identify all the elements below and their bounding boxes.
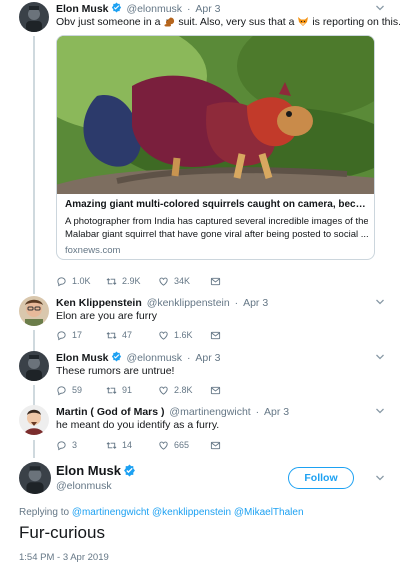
link-card[interactable]: Amazing giant multi-colored squirrels ca… (56, 35, 375, 260)
retweet-button[interactable]: 14 (106, 438, 132, 452)
tweet-time[interactable]: Apr 3 (243, 297, 268, 309)
user-handle[interactable]: @elonmusk (126, 3, 182, 15)
direct-message-button[interactable] (210, 438, 221, 452)
fox-emoji-icon (298, 17, 309, 26)
display-name[interactable]: Elon Musk (56, 3, 109, 15)
display-name[interactable]: Ken Klippenstein (56, 297, 142, 309)
avatar[interactable] (19, 351, 49, 381)
direct-message-button[interactable] (210, 383, 221, 397)
tweet-time[interactable]: Apr 3 (195, 352, 220, 364)
retweet-button[interactable]: 2.9K (106, 274, 141, 288)
tweet-text: These rumors are untrue! (56, 365, 175, 377)
verified-icon (111, 351, 122, 362)
card-title[interactable]: Amazing giant multi-colored squirrels ca… (65, 199, 368, 210)
retweet-button[interactable]: 47 (106, 328, 132, 342)
main-display-name[interactable]: Elon Musk (56, 463, 136, 478)
retweet-icon (106, 330, 117, 341)
card-description: A photographer from India has captured s… (65, 216, 368, 240)
display-name[interactable]: Elon Musk (56, 352, 109, 364)
reply-button[interactable]: 59 (56, 383, 82, 397)
envelope-icon (210, 440, 221, 451)
like-button[interactable]: 2.8K (158, 383, 193, 397)
verified-icon (111, 2, 122, 13)
replying-to: Replying to @martinengwicht @kenklippens… (19, 507, 304, 518)
avatar[interactable] (19, 2, 49, 32)
reply-button[interactable]: 17 (56, 328, 82, 342)
tweet-timestamp[interactable]: 1:54 PM - 3 Apr 2019 (19, 552, 109, 563)
like-button[interactable]: 665 (158, 438, 189, 452)
squirrel-emoji-icon (164, 17, 175, 27)
avatar[interactable] (19, 462, 51, 494)
tweet-header: Martin ( God of Mars ) @martinengwicht ·… (56, 406, 290, 418)
heart-icon (158, 276, 169, 287)
reply-icon (56, 440, 67, 451)
card-image (57, 36, 374, 194)
tweet[interactable]: Elon Musk @elonmusk · Apr 3 Obv just som… (0, 2, 400, 292)
chevron-down-icon[interactable] (374, 472, 386, 484)
envelope-icon (210, 330, 221, 341)
heart-icon (158, 440, 169, 451)
mention-link[interactable]: @kenklippenstein (152, 507, 231, 518)
chevron-down-icon[interactable] (374, 296, 386, 308)
tweet-text: Obv just someone in a suit. Also, very s… (56, 16, 400, 28)
tweet-time[interactable]: Apr 3 (195, 3, 220, 15)
heart-icon (158, 330, 169, 341)
envelope-icon (210, 276, 221, 287)
user-handle[interactable]: @elonmusk (126, 352, 182, 364)
retweet-button[interactable]: 91 (106, 383, 132, 397)
chevron-down-icon[interactable] (374, 405, 386, 417)
retweet-icon (106, 440, 117, 451)
tweet[interactable]: Ken Klippenstein @kenklippenstein · Apr … (0, 296, 400, 348)
main-user-handle[interactable]: @elonmusk (56, 480, 112, 492)
tweet-header: Ken Klippenstein @kenklippenstein · Apr … (56, 297, 269, 309)
user-handle[interactable]: @kenklippenstein (147, 297, 230, 309)
retweet-icon (106, 276, 117, 287)
tweet-time[interactable]: Apr 3 (264, 406, 289, 418)
heart-icon (158, 385, 169, 396)
tweet-text: he meant do you identify as a furry. (56, 419, 220, 431)
retweet-icon (106, 385, 117, 396)
reply-icon (56, 276, 67, 287)
reply-button[interactable]: 3 (56, 438, 77, 452)
follow-button[interactable]: Follow (288, 467, 354, 489)
user-handle[interactable]: @martinengwicht (169, 406, 250, 418)
mention-link[interactable]: @MikaelThalen (234, 507, 304, 518)
reply-icon (56, 385, 67, 396)
mention-link[interactable]: @martinengwicht (72, 507, 149, 518)
direct-message-button[interactable] (210, 328, 221, 342)
tweet[interactable]: Elon Musk @elonmusk · Apr 3 These rumors… (0, 351, 400, 403)
main-tweet-text: Fur-curious (19, 523, 105, 542)
direct-message-button[interactable] (210, 274, 221, 288)
display-name[interactable]: Martin ( God of Mars ) (56, 406, 165, 418)
tweet-header: Elon Musk @elonmusk · Apr 3 (56, 2, 221, 15)
reply-icon (56, 330, 67, 341)
envelope-icon (210, 385, 221, 396)
like-button[interactable]: 1.6K (158, 328, 193, 342)
chevron-down-icon[interactable] (374, 351, 386, 363)
verified-icon (123, 464, 136, 477)
tweet-header: Elon Musk @elonmusk · Apr 3 (56, 351, 221, 364)
avatar[interactable] (19, 296, 49, 326)
reply-button[interactable]: 1.0K (56, 274, 91, 288)
card-domain: foxnews.com (65, 245, 121, 256)
tweet-text: Elon are you are furry (56, 310, 157, 322)
tweet[interactable]: Martin ( God of Mars ) @martinengwicht ·… (0, 405, 400, 457)
like-button[interactable]: 34K (158, 274, 190, 288)
chevron-down-icon[interactable] (374, 2, 386, 14)
avatar[interactable] (19, 405, 49, 435)
